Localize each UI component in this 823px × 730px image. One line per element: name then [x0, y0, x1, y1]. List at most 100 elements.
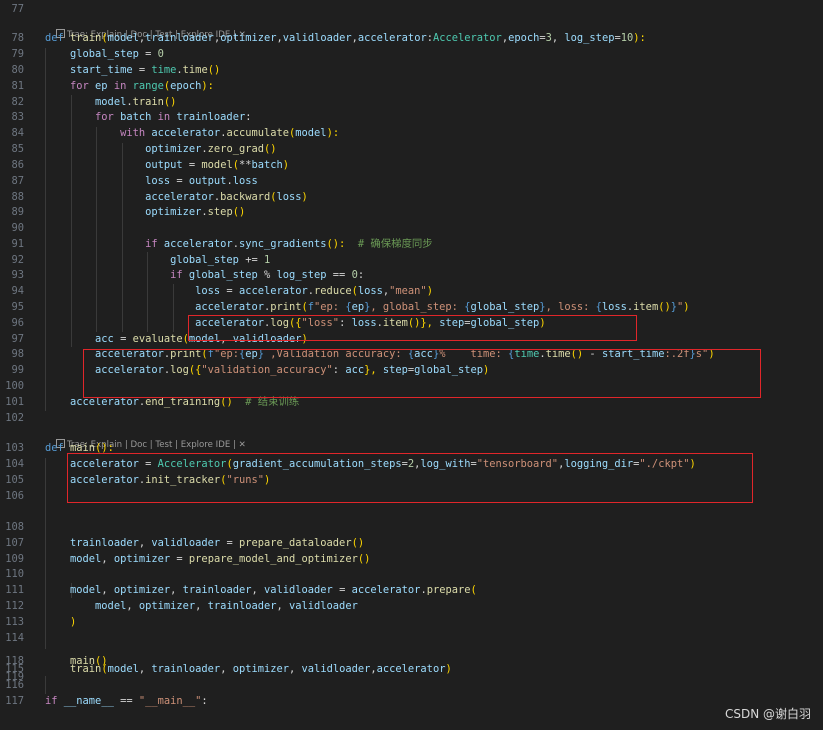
code-line[interactable]: 107 trainloader, validloader = prepare_d…	[0, 536, 823, 552]
line-number: 117	[5, 695, 24, 707]
code-token: },	[364, 364, 383, 376]
code-token: loss	[357, 285, 383, 297]
code-line[interactable]: 99 accelerator.log({"validation_accuracy…	[0, 363, 823, 379]
code-text[interactable]: with accelerator.accumulate(model):	[45, 126, 339, 142]
code-line[interactable]: 87 loss = output.loss	[0, 174, 823, 190]
code-text[interactable]: if __name__ == "__main__":	[45, 694, 208, 710]
code-line[interactable]: 104 accelerator = Accelerator(gradient_a…	[0, 457, 823, 473]
code-line[interactable]: 81 for ep in range(epoch):	[0, 79, 823, 95]
code-token: prepare	[426, 584, 471, 596]
code-text[interactable]: global_step += 1	[45, 253, 270, 269]
code-text[interactable]: accelerator.backward(loss)	[45, 190, 308, 206]
code-line[interactable]: 83 for batch in trainloader:	[0, 110, 823, 126]
code-text[interactable]: optimizer.step()	[45, 205, 245, 221]
code-text[interactable]: main()	[45, 654, 108, 670]
code-line[interactable]: 97 acc = evaluate(model, validloader)	[0, 332, 823, 348]
code-token: =	[182, 159, 202, 171]
code-line[interactable]: 96 accelerator.log({"loss": loss.item()}…	[0, 316, 823, 332]
code-token: gradient_accumulation_steps	[232, 458, 402, 470]
code-text[interactable]: accelerator.print(f"ep:{ep} ,Validation …	[45, 347, 715, 363]
code-text[interactable]: global_step = 0	[45, 47, 164, 63]
code-line[interactable]: 106	[0, 489, 823, 505]
code-token: step	[382, 364, 408, 376]
code-line[interactable]: 80 start_time = time.time()	[0, 63, 823, 79]
line-number: 80	[11, 64, 24, 76]
code-text[interactable]: output = model(**batch)	[45, 158, 289, 174]
code-line[interactable]: 113 )	[0, 615, 823, 631]
code-line[interactable]: 84 with accelerator.accumulate(model):	[0, 126, 823, 142]
code-editor[interactable]: Trae: Explain | Doc | Test | Explore IDE…	[0, 0, 823, 730]
code-token: ,Validation accuracy:	[264, 348, 408, 360]
code-text[interactable]: def train(model,trainloader,optimizer,va…	[45, 31, 646, 47]
code-token: validloader	[282, 32, 352, 44]
code-token: main	[70, 442, 96, 454]
code-text[interactable]: )	[45, 615, 76, 631]
code-line[interactable]: 111 model, optimizer, trainloader, valid…	[0, 583, 823, 599]
code-token: ,	[170, 584, 183, 596]
code-line[interactable]: 108	[0, 520, 823, 536]
code-line[interactable]: 86 output = model(**batch)	[0, 158, 823, 174]
code-token: optimizer	[113, 553, 171, 565]
code-line[interactable]: 77	[0, 2, 823, 18]
code-text[interactable]: accelerator.end_training() # 结束训练	[45, 395, 299, 411]
code-token: :	[339, 317, 352, 329]
code-token: ()	[207, 64, 221, 76]
code-line[interactable]: 102	[0, 411, 823, 427]
code-text[interactable]: accelerator.init_tracker("runs")	[45, 473, 270, 489]
code-line[interactable]: 79 global_step = 0	[0, 47, 823, 63]
code-line[interactable]: 95 accelerator.print(f"ep: {ep}, global_…	[0, 300, 823, 316]
code-line[interactable]: 103 def main():	[0, 441, 823, 457]
code-token: )	[483, 364, 490, 376]
code-token: -	[583, 348, 602, 360]
code-text[interactable]: acc = evaluate(model, validloader)	[45, 332, 308, 348]
code-token: )	[683, 301, 690, 313]
code-line[interactable]: 105 accelerator.init_tracker("runs")	[0, 473, 823, 489]
code-text[interactable]: model, optimizer, trainloader, validload…	[45, 599, 358, 615]
code-text[interactable]: accelerator.print(f"ep: {ep}, global_ste…	[45, 300, 690, 316]
code-line[interactable]: 94 loss = accelerator.reduce(loss,"mean"…	[0, 284, 823, 300]
code-text[interactable]: if global_step % log_step == 0:	[45, 268, 364, 284]
code-token: epoch	[170, 80, 202, 92]
code-line[interactable]: 117 if __name__ == "__main__":	[0, 694, 823, 710]
code-line[interactable]: 98 accelerator.print(f"ep:{ep} ,Validati…	[0, 347, 823, 363]
code-text[interactable]: model, optimizer, trainloader, validload…	[45, 583, 477, 599]
code-line[interactable]: 119	[0, 670, 823, 686]
code-text[interactable]: model, optimizer = prepare_model_and_opt…	[45, 552, 370, 568]
code-text[interactable]: for batch in trainloader:	[45, 110, 251, 126]
code-line[interactable]: 110	[0, 567, 823, 583]
code-text[interactable]: for ep in range(epoch):	[45, 79, 214, 95]
code-line[interactable]: 92 global_step += 1	[0, 253, 823, 269]
code-text[interactable]: optimizer.zero_grad()	[45, 142, 276, 158]
code-line[interactable]: 88 accelerator.backward(loss)	[0, 190, 823, 206]
code-text[interactable]: model.train()	[45, 95, 176, 111]
code-text[interactable]: loss = output.loss	[45, 174, 258, 190]
code-text[interactable]: accelerator.log({"validation_accuracy": …	[45, 363, 489, 379]
code-line[interactable]: 90	[0, 221, 823, 237]
code-token: trainloader	[176, 111, 246, 123]
code-token: =	[220, 537, 239, 549]
code-line[interactable]: 101 accelerator.end_training() # 结束训练	[0, 395, 823, 411]
line-number: 81	[11, 80, 24, 92]
code-line[interactable]: 100	[0, 379, 823, 395]
code-text[interactable]: start_time = time.time()	[45, 63, 220, 79]
code-line[interactable]: 82 model.train()	[0, 95, 823, 111]
code-line[interactable]: 93 if global_step % log_step == 0:	[0, 268, 823, 284]
code-line[interactable]: 89 optimizer.step()	[0, 205, 823, 221]
code-token: ({	[289, 317, 302, 329]
code-text[interactable]: accelerator.log({"loss": loss.item()}, s…	[45, 316, 545, 332]
code-text[interactable]: loss = accelerator.reduce(loss,"mean")	[45, 284, 433, 300]
code-line[interactable]: 118 main()	[0, 654, 823, 670]
code-text[interactable]: def main():	[45, 441, 114, 457]
code-line[interactable]: 91 if accelerator.sync_gradients(): # 确保…	[0, 237, 823, 253]
code-line[interactable]: 78 def train(model,trainloader,optimizer,…	[0, 31, 823, 47]
code-line[interactable]: 85 optimizer.zero_grad()	[0, 142, 823, 158]
code-line[interactable]: 109 model, optimizer = prepare_model_and…	[0, 552, 823, 568]
code-token: loss	[45, 285, 221, 297]
code-text[interactable]: accelerator = Accelerator(gradient_accum…	[45, 457, 696, 473]
code-line[interactable]: 114	[0, 631, 823, 647]
code-token: "./ckpt"	[639, 458, 690, 470]
code-token: 0	[157, 48, 164, 60]
code-line[interactable]: 112 model, optimizer, trainloader, valid…	[0, 599, 823, 615]
code-text[interactable]: trainloader, validloader = prepare_datal…	[45, 536, 364, 552]
code-text[interactable]: if accelerator.sync_gradients(): # 确保梯度同…	[45, 237, 433, 253]
